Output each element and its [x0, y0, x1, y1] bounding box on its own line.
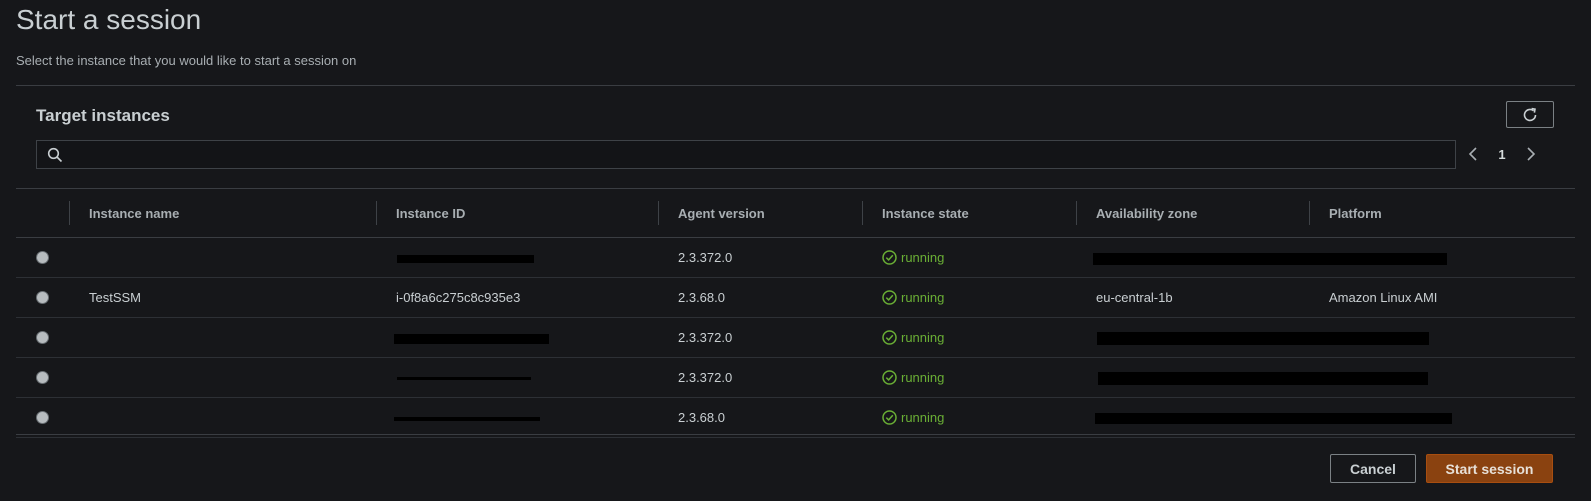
- instance-state: running: [862, 330, 1076, 345]
- instance-state: running: [862, 290, 1076, 305]
- column-header-instance-id[interactable]: Instance ID: [376, 188, 658, 238]
- refresh-icon: [1523, 107, 1537, 121]
- agent-version: 2.3.372.0: [678, 250, 733, 265]
- table-row[interactable]: TestSSM i-0f8a6c275c8c935e3 2.3.68.0 run…: [16, 277, 1575, 318]
- select-column-header: [16, 188, 69, 238]
- table-header-row: Instance name Instance ID Agent version …: [16, 188, 1575, 238]
- instance-state: running: [862, 250, 1076, 265]
- pagination: 1: [1466, 144, 1538, 164]
- search-field[interactable]: [36, 140, 1456, 170]
- check-circle-icon: [882, 250, 897, 265]
- instances-table: Instance name Instance ID Agent version …: [16, 188, 1575, 438]
- instance-state: running: [862, 370, 1076, 385]
- instance-id: i-0f8a6c275c8c935e3: [396, 290, 521, 305]
- target-instances-panel: Target instances 1 Instance name Instanc…: [16, 85, 1575, 438]
- row-select-radio[interactable]: [36, 251, 49, 264]
- redaction-bar: [1093, 252, 1447, 265]
- redaction-bar: [394, 416, 540, 421]
- previous-page-button[interactable]: [1466, 144, 1480, 164]
- search-input[interactable]: [71, 141, 1455, 170]
- column-header-availability-zone[interactable]: Availability zone: [1076, 188, 1309, 238]
- agent-version: 2.3.68.0: [678, 290, 725, 305]
- check-circle-icon: [882, 290, 897, 305]
- panel-title: Target instances: [36, 106, 170, 125]
- check-circle-icon: [882, 410, 897, 425]
- agent-version: 2.3.372.0: [678, 330, 733, 345]
- availability-zone: eu-central-1b: [1096, 290, 1173, 305]
- row-select-radio[interactable]: [36, 291, 49, 304]
- check-circle-icon: [882, 370, 897, 385]
- row-select-radio[interactable]: [36, 331, 49, 344]
- agent-version: 2.3.68.0: [678, 410, 725, 425]
- table-row[interactable]: 2.3.372.0 running: [16, 237, 1575, 278]
- platform: Amazon Linux AMI: [1329, 290, 1438, 305]
- cancel-button[interactable]: Cancel: [1330, 454, 1416, 483]
- chevron-right-icon: [1527, 147, 1536, 161]
- page-subtitle: Select the instance that you would like …: [16, 53, 357, 68]
- row-select-radio[interactable]: [36, 411, 49, 424]
- start-session-button[interactable]: Start session: [1426, 454, 1553, 483]
- column-header-agent-version[interactable]: Agent version: [658, 188, 862, 238]
- redaction-bar: [394, 333, 549, 344]
- page-number[interactable]: 1: [1480, 147, 1524, 162]
- table-row[interactable]: 2.3.372.0 running: [16, 317, 1575, 358]
- redaction-bar: [1095, 413, 1452, 425]
- redaction-bar: [1098, 372, 1428, 386]
- column-header-instance-state[interactable]: Instance state: [862, 188, 1076, 238]
- page-title: Start a session: [16, 4, 202, 35]
- instance-name: TestSSM: [89, 290, 142, 305]
- refresh-button[interactable]: [1506, 101, 1554, 128]
- instance-state: running: [862, 410, 1076, 425]
- table-row[interactable]: 2.3.372.0 running: [16, 357, 1575, 398]
- redaction-bar: [1097, 332, 1429, 346]
- column-header-instance-name[interactable]: Instance name: [69, 188, 376, 238]
- chevron-left-icon: [1468, 147, 1477, 161]
- row-select-radio[interactable]: [36, 371, 49, 384]
- column-header-platform[interactable]: Platform: [1309, 188, 1575, 238]
- redaction-bar: [397, 377, 531, 381]
- table-row[interactable]: 2.3.68.0 running: [16, 397, 1575, 438]
- redaction-bar: [397, 254, 534, 263]
- check-circle-icon: [882, 330, 897, 345]
- search-icon: [47, 147, 63, 163]
- next-page-button[interactable]: [1524, 144, 1538, 164]
- agent-version: 2.3.372.0: [678, 370, 733, 385]
